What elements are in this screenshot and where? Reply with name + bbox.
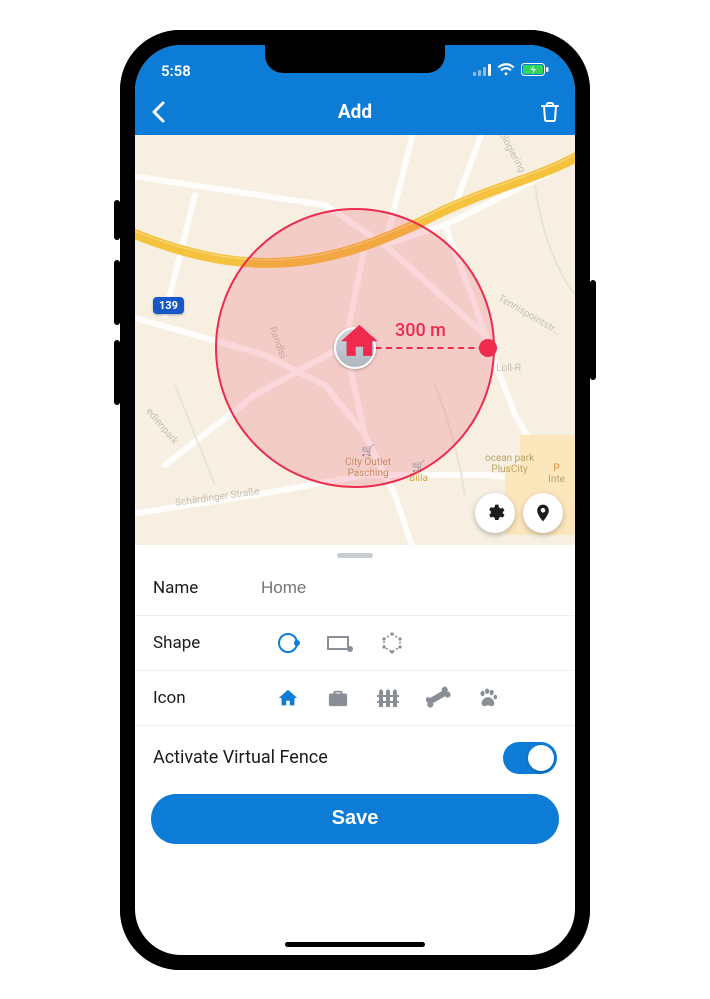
activate-fence-toggle[interactable] <box>503 742 557 774</box>
status-indicators <box>473 54 549 80</box>
paw-icon <box>477 688 499 708</box>
poi-loll: Loll-R <box>496 363 521 374</box>
name-input[interactable] <box>261 578 557 598</box>
poi-ocean-line1: ocean park <box>485 453 534 464</box>
map-settings-button[interactable] <box>475 493 515 533</box>
phone-volume-up <box>114 260 120 325</box>
route-badge: 139 <box>153 297 184 314</box>
delete-button[interactable] <box>525 102 559 122</box>
icon-home-button[interactable] <box>273 683 303 713</box>
form-sheet: Name Shape <box>135 553 575 844</box>
cellular-icon <box>473 62 491 80</box>
trash-icon <box>541 102 559 122</box>
polygon-shape-icon <box>380 631 404 655</box>
battery-charging-icon <box>521 62 549 80</box>
icon-work-button[interactable] <box>323 683 353 713</box>
shape-circle-button[interactable] <box>273 628 303 658</box>
icon-row: Icon <box>135 671 575 726</box>
phone-mute-switch <box>114 200 120 240</box>
home-indicator[interactable] <box>285 942 425 947</box>
fence-icon <box>376 688 400 708</box>
map-recenter-button[interactable] <box>523 493 563 533</box>
sheet-grabber[interactable] <box>337 553 373 558</box>
phone-volume-down <box>114 340 120 405</box>
save-button[interactable]: Save <box>151 794 559 844</box>
poi-ocean-park: ocean park PlusCity <box>485 453 534 475</box>
home-icon <box>277 687 299 709</box>
location-pin-icon <box>533 502 553 524</box>
icon-fence-button[interactable] <box>373 683 403 713</box>
screen: 5:58 <box>135 45 575 955</box>
radius-label: 300 m <box>395 320 446 341</box>
shape-row: Shape <box>135 616 575 671</box>
bone-icon <box>423 685 453 710</box>
poi-bottom-right: P Inte <box>548 463 565 485</box>
phone-frame: 5:58 <box>120 30 590 970</box>
radius-drag-handle[interactable] <box>479 339 497 357</box>
toggle-knob <box>528 745 554 771</box>
icon-bone-button[interactable] <box>423 683 453 713</box>
activate-fence-row: Activate Virtual Fence <box>135 726 575 788</box>
shape-label: Shape <box>153 633 261 653</box>
name-row: Name <box>135 562 575 616</box>
map-view[interactable]: 139 Technologiering Tennispointstr... Ra… <box>135 135 575 545</box>
icon-paw-button[interactable] <box>473 683 503 713</box>
circle-shape-icon <box>276 631 300 655</box>
home-marker-icon <box>337 319 381 367</box>
activate-fence-label: Activate Virtual Fence <box>153 747 328 768</box>
poi-ocean-line2: PlusCity <box>491 464 527 475</box>
page-title: Add <box>338 100 372 123</box>
gear-icon <box>485 503 505 523</box>
nav-bar: Add <box>135 89 575 135</box>
briefcase-icon <box>327 688 349 708</box>
wifi-icon <box>497 62 515 80</box>
back-button[interactable] <box>151 101 185 123</box>
shape-rectangle-button[interactable] <box>325 628 355 658</box>
phone-power-button <box>590 280 596 380</box>
name-label: Name <box>153 578 261 598</box>
status-time: 5:58 <box>161 54 191 80</box>
shape-polygon-button[interactable] <box>377 628 407 658</box>
rectangle-shape-icon <box>326 633 354 653</box>
notch <box>265 45 445 73</box>
chevron-left-icon <box>151 101 165 123</box>
icon-label: Icon <box>153 688 261 708</box>
poi-bottom-right-line2: Inte <box>548 474 565 485</box>
